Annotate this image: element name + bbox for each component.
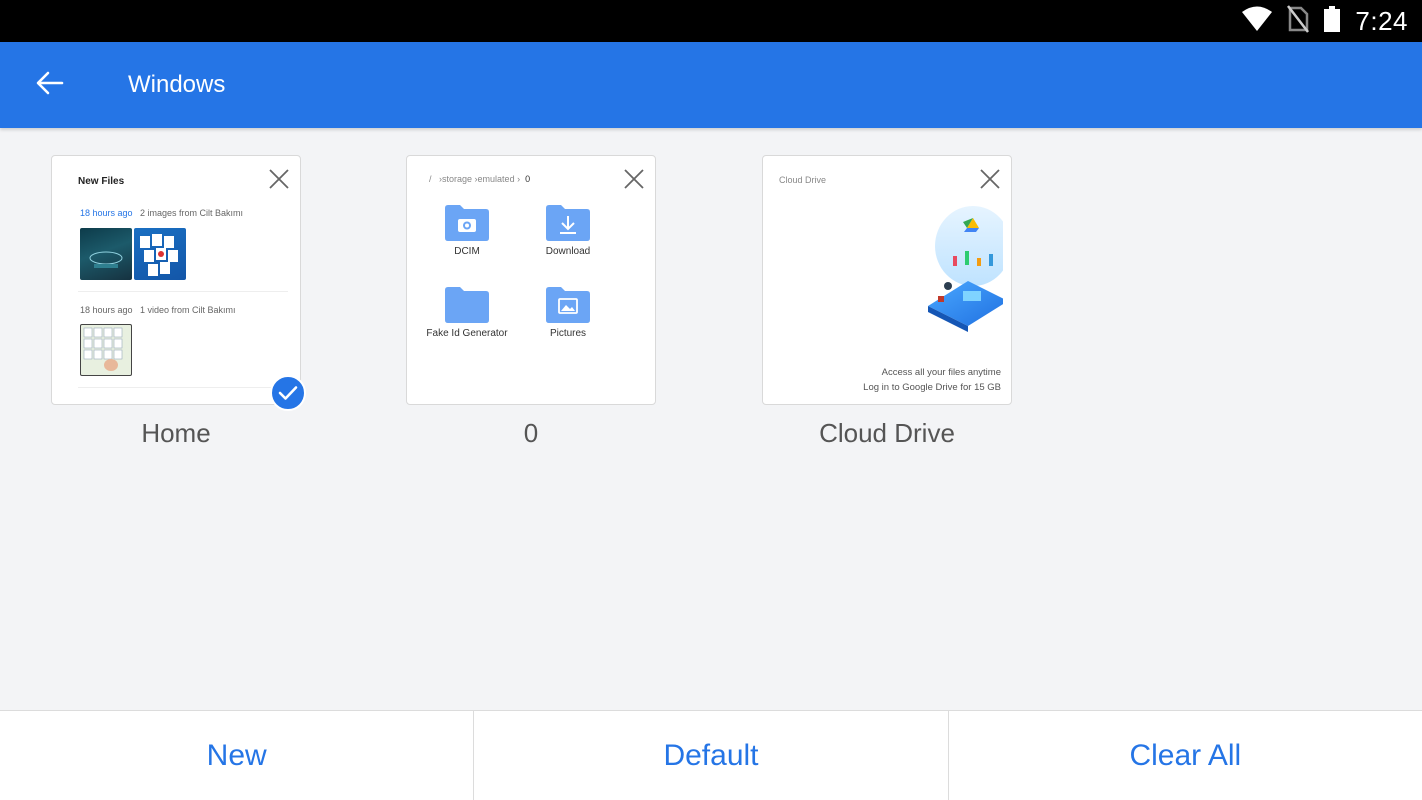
close-window-button[interactable] xyxy=(975,166,1005,196)
image-thumbnail xyxy=(80,228,132,280)
file-group-description: 1 video from Cilt Bakımı xyxy=(140,305,236,315)
folder-label: Pictures xyxy=(549,328,587,339)
breadcrumb-item: 0 xyxy=(525,174,531,184)
folder-icon xyxy=(445,287,489,323)
clear-all-button[interactable]: Clear All xyxy=(949,711,1422,800)
no-sim-icon xyxy=(1287,4,1310,38)
close-icon xyxy=(268,168,290,195)
divider xyxy=(78,387,288,388)
close-window-button[interactable] xyxy=(264,166,294,196)
camera-folder-icon xyxy=(445,205,489,241)
window-card-cloud-drive[interactable]: Cloud Drive Access all your files anytim… xyxy=(762,155,1012,405)
status-icons: 7:24 xyxy=(1241,0,1408,42)
cloud-drive-line1: Access all your files anytime xyxy=(881,367,1001,378)
folder-item: DCIM xyxy=(422,202,512,257)
default-button[interactable]: Default xyxy=(474,711,949,800)
image-thumbnail xyxy=(134,228,186,280)
close-window-button[interactable] xyxy=(619,166,649,196)
cloud-drive-line2: Log in to Google Drive for 15 GB xyxy=(863,382,1001,393)
arrow-back-icon xyxy=(36,71,64,100)
window-label: 0 xyxy=(523,418,539,448)
window-card-storage[interactable]: / ›storage ›emulated › 0 DCIM Download F… xyxy=(406,155,656,405)
folder-item: Pictures xyxy=(523,284,613,339)
close-icon xyxy=(979,168,1001,195)
selected-check-icon xyxy=(270,375,306,411)
close-icon xyxy=(623,168,645,195)
folder-label: Fake Id Generator xyxy=(426,328,508,339)
breadcrumb-item: storage xyxy=(442,174,473,184)
app-bar: Windows xyxy=(0,42,1422,128)
pictures-folder-icon xyxy=(546,287,590,323)
folder-label: DCIM xyxy=(454,246,480,257)
cloud-illustration xyxy=(913,196,1011,356)
download-folder-icon xyxy=(546,205,590,241)
breadcrumb: / ›storage ›emulated › 0 xyxy=(429,174,531,184)
back-button[interactable] xyxy=(22,60,78,110)
status-bar: 7:24 xyxy=(0,0,1422,42)
window-card-home[interactable]: New Files 18 hours ago 2 images from Cil… xyxy=(51,155,301,405)
battery-icon xyxy=(1323,5,1341,38)
folder-item: Fake Id Generator xyxy=(422,284,512,339)
status-time: 7:24 xyxy=(1355,5,1408,36)
file-group-description: 2 images from Cilt Bakımı xyxy=(140,208,244,218)
video-thumbnail xyxy=(80,324,132,376)
file-group-time: 18 hours ago xyxy=(80,305,133,315)
new-window-button[interactable]: New xyxy=(0,711,475,800)
window-label: Home xyxy=(141,418,211,448)
folder-item: Download xyxy=(523,202,613,257)
window-label: Cloud Drive xyxy=(819,418,955,448)
bottom-action-bar: New Default Clear All xyxy=(0,710,1422,800)
wifi-icon xyxy=(1241,5,1273,38)
divider xyxy=(78,291,288,292)
breadcrumb-item: / xyxy=(429,174,432,184)
new-files-title: New Files xyxy=(78,176,125,187)
folder-label: Download xyxy=(545,246,591,257)
cloud-drive-title: Cloud Drive xyxy=(779,175,827,185)
breadcrumb-item: emulated xyxy=(477,174,515,184)
file-group-time: 18 hours ago xyxy=(80,208,133,218)
page-title: Windows xyxy=(128,71,226,98)
